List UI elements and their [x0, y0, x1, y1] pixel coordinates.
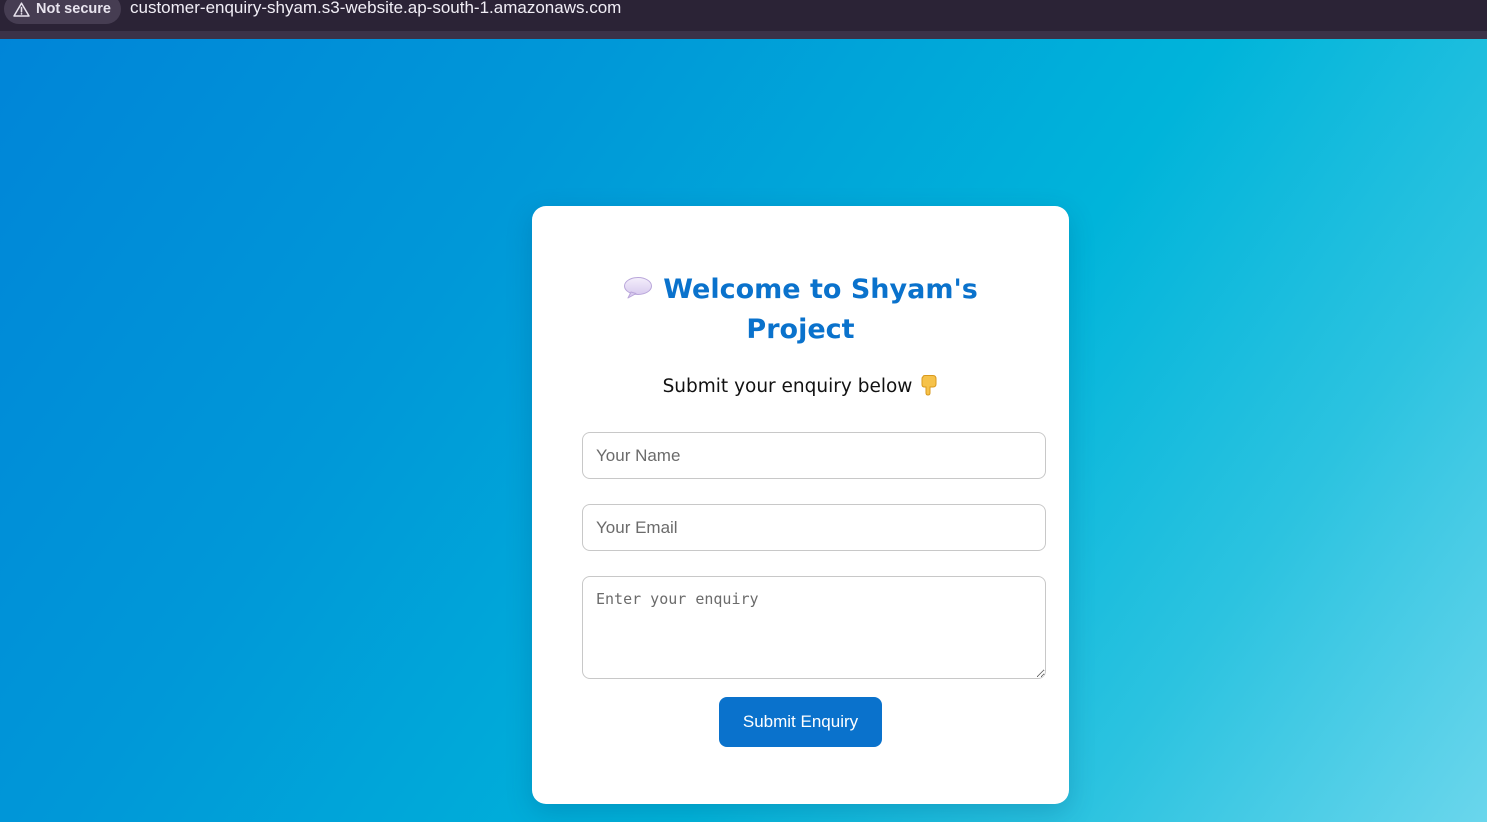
subtitle: Submit your enquiry below	[532, 374, 1069, 397]
subtitle-text: Submit your enquiry below	[662, 376, 913, 397]
speech-bubble-icon	[624, 277, 653, 299]
title-text: Welcome to Shyam's Project	[663, 274, 978, 345]
enquiry-card: Welcome to Shyam's Project Submit your e…	[532, 206, 1069, 804]
url-text[interactable]: customer-enquiry-shyam.s3-website.ap-sou…	[130, 0, 621, 18]
enquiry-textarea[interactable]	[582, 576, 1046, 679]
security-indicator[interactable]: Not secure	[4, 0, 121, 24]
pointing-down-hand-icon	[921, 375, 937, 396]
browser-address-bar: Not secure customer-enquiry-shyam.s3-web…	[0, 0, 1487, 31]
browser-toolbar-divider	[0, 31, 1487, 39]
page-title: Welcome to Shyam's Project	[532, 270, 1069, 350]
title-wrapper: Welcome to Shyam's Project	[616, 270, 986, 350]
security-label: Not secure	[36, 1, 111, 17]
name-input[interactable]	[582, 432, 1046, 479]
submit-enquiry-button[interactable]: Submit Enquiry	[719, 697, 882, 747]
warning-triangle-icon	[13, 1, 30, 17]
email-input[interactable]	[582, 504, 1046, 551]
